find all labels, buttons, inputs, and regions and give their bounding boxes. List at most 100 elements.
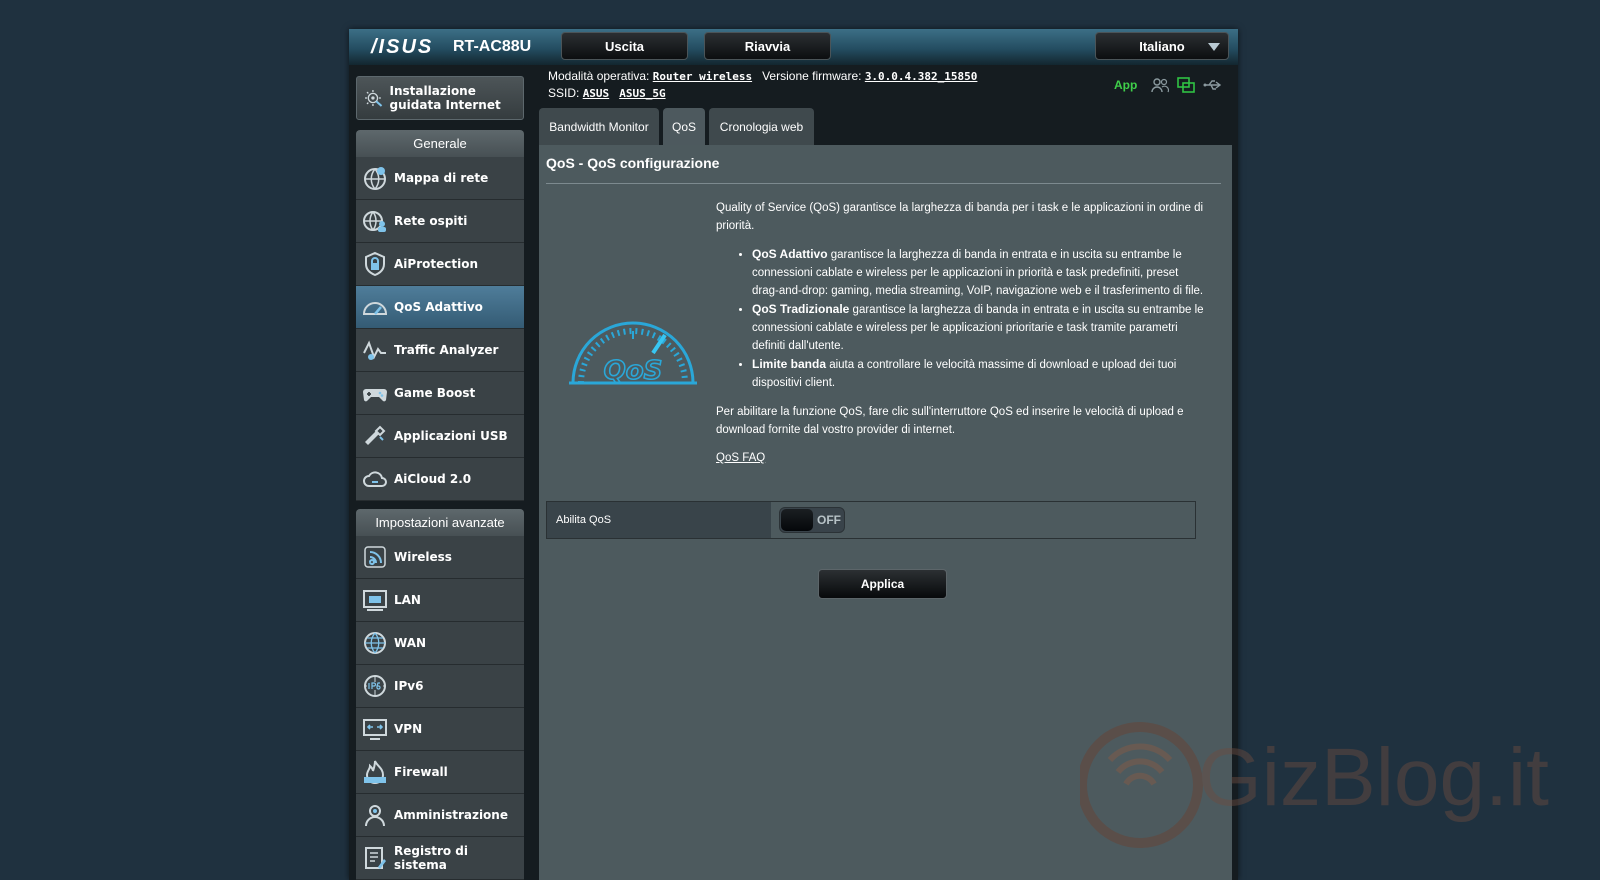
admin-icon [365,805,385,827]
globe-icon [364,632,386,654]
sidebar-item-label: Registro di sistema [394,844,469,872]
qos-description: Quality of Service (QoS) garantisce la l… [716,199,1206,477]
mode-label: Modalità operativa: [548,69,650,83]
usb-icon [365,425,386,445]
sidebar-item-aicloud[interactable]: AiCloud 2.0 [356,458,524,501]
qos-speedometer-logo: QoS [569,321,697,387]
sidebar-item-label: LAN [394,593,421,607]
feature-traditional-qos: QoS Tradizionale garantisce la larghezza… [752,300,1206,355]
page-title: QoS - QoS configurazione [546,155,720,171]
sidebar-item-network-map[interactable]: Mappa di rete [356,157,524,200]
sidebar-item-system-log[interactable]: Registro di sistema [356,837,524,880]
ssid-link-2[interactable]: ASUS_5G [619,87,665,100]
speedometer-icon [362,302,388,315]
sidebar-item-label: AiProtection [394,257,478,271]
quick-setup-button[interactable]: Installazione guidata Internet [356,76,524,120]
sidebar-item-wireless[interactable]: Wireless [356,536,524,579]
sidebar-item-label: Firewall [394,765,448,779]
sidebar-item-label: Mappa di rete [394,171,489,185]
wizard-icon [365,90,383,107]
apply-button[interactable]: Applica [818,569,947,599]
cloud-icon [363,471,387,487]
chevron-down-icon [1208,43,1220,51]
quick-setup-label: Installazione guidata Internet [389,84,501,112]
sidebar-item-vpn[interactable]: VPN [356,708,524,751]
network-status-icon[interactable] [1177,77,1196,93]
toggle-state: OFF [817,513,841,527]
lan-icon [363,590,387,611]
ssid-label: SSID: [548,86,580,100]
gizblog-watermark: GizBlog.it [1080,722,1549,848]
clients-icon[interactable] [1151,77,1170,93]
sidebar-item-guest-network[interactable]: Rete ospiti [356,200,524,243]
status-icons: App [1114,77,1223,93]
tab-web-history[interactable]: Cronologia web [709,108,814,145]
model-name: RT-AC88U [453,38,532,55]
sidebar-item-usb-apps[interactable]: Applicazioni USB [356,415,524,458]
tab-bandwidth-monitor[interactable]: Bandwidth Monitor [539,108,659,145]
traffic-icon [363,340,386,360]
advanced-header: Impostazioni avanzate [356,509,524,536]
network-map-icon [364,167,386,190]
enable-qos-value: OFF [771,502,1195,538]
language-select[interactable]: Italiano [1095,32,1229,60]
app-link[interactable]: App [1114,78,1137,92]
general-header: Generale [356,130,524,157]
reboot-button[interactable]: Riavvia [704,32,831,60]
advanced-menu: Wireless LAN WAN IPv6 VPN Firewall Ammin… [356,536,524,880]
ssid-link-1[interactable]: ASUS [583,87,610,100]
language-value: Italiano [1139,38,1185,54]
sidebar-item-label: Traffic Analyzer [394,343,499,357]
watermark-text: GizBlog.it [1198,732,1549,823]
sidebar-item-aiprotection[interactable]: AiProtection [356,243,524,286]
qos-toggle[interactable]: OFF [779,507,845,533]
wifi-icon [364,546,386,568]
sidebar-item-label: QoS Adattivo [394,300,483,314]
firmware-label: Versione firmware: [762,69,862,83]
ipv6-icon [364,675,386,697]
sidebar-item-wan[interactable]: WAN [356,622,524,665]
logout-button[interactable]: Uscita [561,32,688,60]
sidebar-item-label: WAN [394,636,427,650]
sidebar-item-label: Applicazioni USB [394,429,508,443]
tab-qos[interactable]: QoS [663,108,705,145]
sidebar-item-label: Rete ospiti [394,214,468,228]
router-info: Modalità operativa: Router wireless Vers… [548,68,977,102]
sidebar-item-label: Game Boost [394,386,476,400]
feature-adaptive-qos: QoS Adattivo garantisce la larghezza di … [752,245,1206,300]
sidebar-item-label: Amministrazione [394,808,508,822]
shield-icon [365,251,385,277]
enable-note: Per abilitare la funzione QoS, fare clic… [716,406,1184,436]
sidebar-item-ipv6[interactable]: IPv6 [356,665,524,708]
sidebar-item-game-boost[interactable]: Game Boost [356,372,524,415]
sidebar-item-traffic-analyzer[interactable]: Traffic Analyzer [356,329,524,372]
sidebar-item-label: IPv6 [394,679,424,693]
sidebar-item-label: VPN [394,722,423,736]
qos-feature-list: QoS Adattivo garantisce la larghezza di … [716,245,1206,392]
firmware-value-link[interactable]: 3.0.0.4.382_15850 [865,70,978,83]
intro-text: Quality of Service (QoS) garantisce la l… [716,202,1204,232]
qos-faq-link[interactable]: QoS FAQ [716,452,765,464]
log-icon [365,847,386,869]
mode-value-link[interactable]: Router wireless [653,70,752,83]
usb-status-icon[interactable] [1203,79,1223,91]
enable-qos-label: Abilita QoS [547,502,771,538]
title-divider [546,183,1221,184]
sidebar-item-firewall[interactable]: Firewall [356,751,524,794]
qos-logo-text: QoS [604,356,663,386]
toggle-knob [781,509,813,531]
gamepad-icon [363,389,387,402]
sidebar-item-label: Wireless [394,550,452,564]
general-menu: Mappa di rete Rete ospiti AiProtection Q… [356,157,524,501]
sidebar-item-administration[interactable]: Amministrazione [356,794,524,837]
guest-network-icon [363,211,386,232]
firewall-icon [364,760,386,784]
top-bar: /ISUS RT-AC88U Uscita Riavvia Italiano [349,29,1238,65]
sidebar-item-lan[interactable]: LAN [356,579,524,622]
enable-qos-row: Abilita QoS OFF [546,501,1196,539]
sidebar-item-adaptive-qos[interactable]: QoS Adattivo [356,286,524,329]
vpn-icon [363,719,387,740]
asus-logo[interactable]: /ISUS [371,36,433,59]
feature-bandwidth-limiter: Limite banda aiuta a controllare le velo… [752,355,1206,392]
sidebar-item-label: AiCloud 2.0 [394,472,472,486]
